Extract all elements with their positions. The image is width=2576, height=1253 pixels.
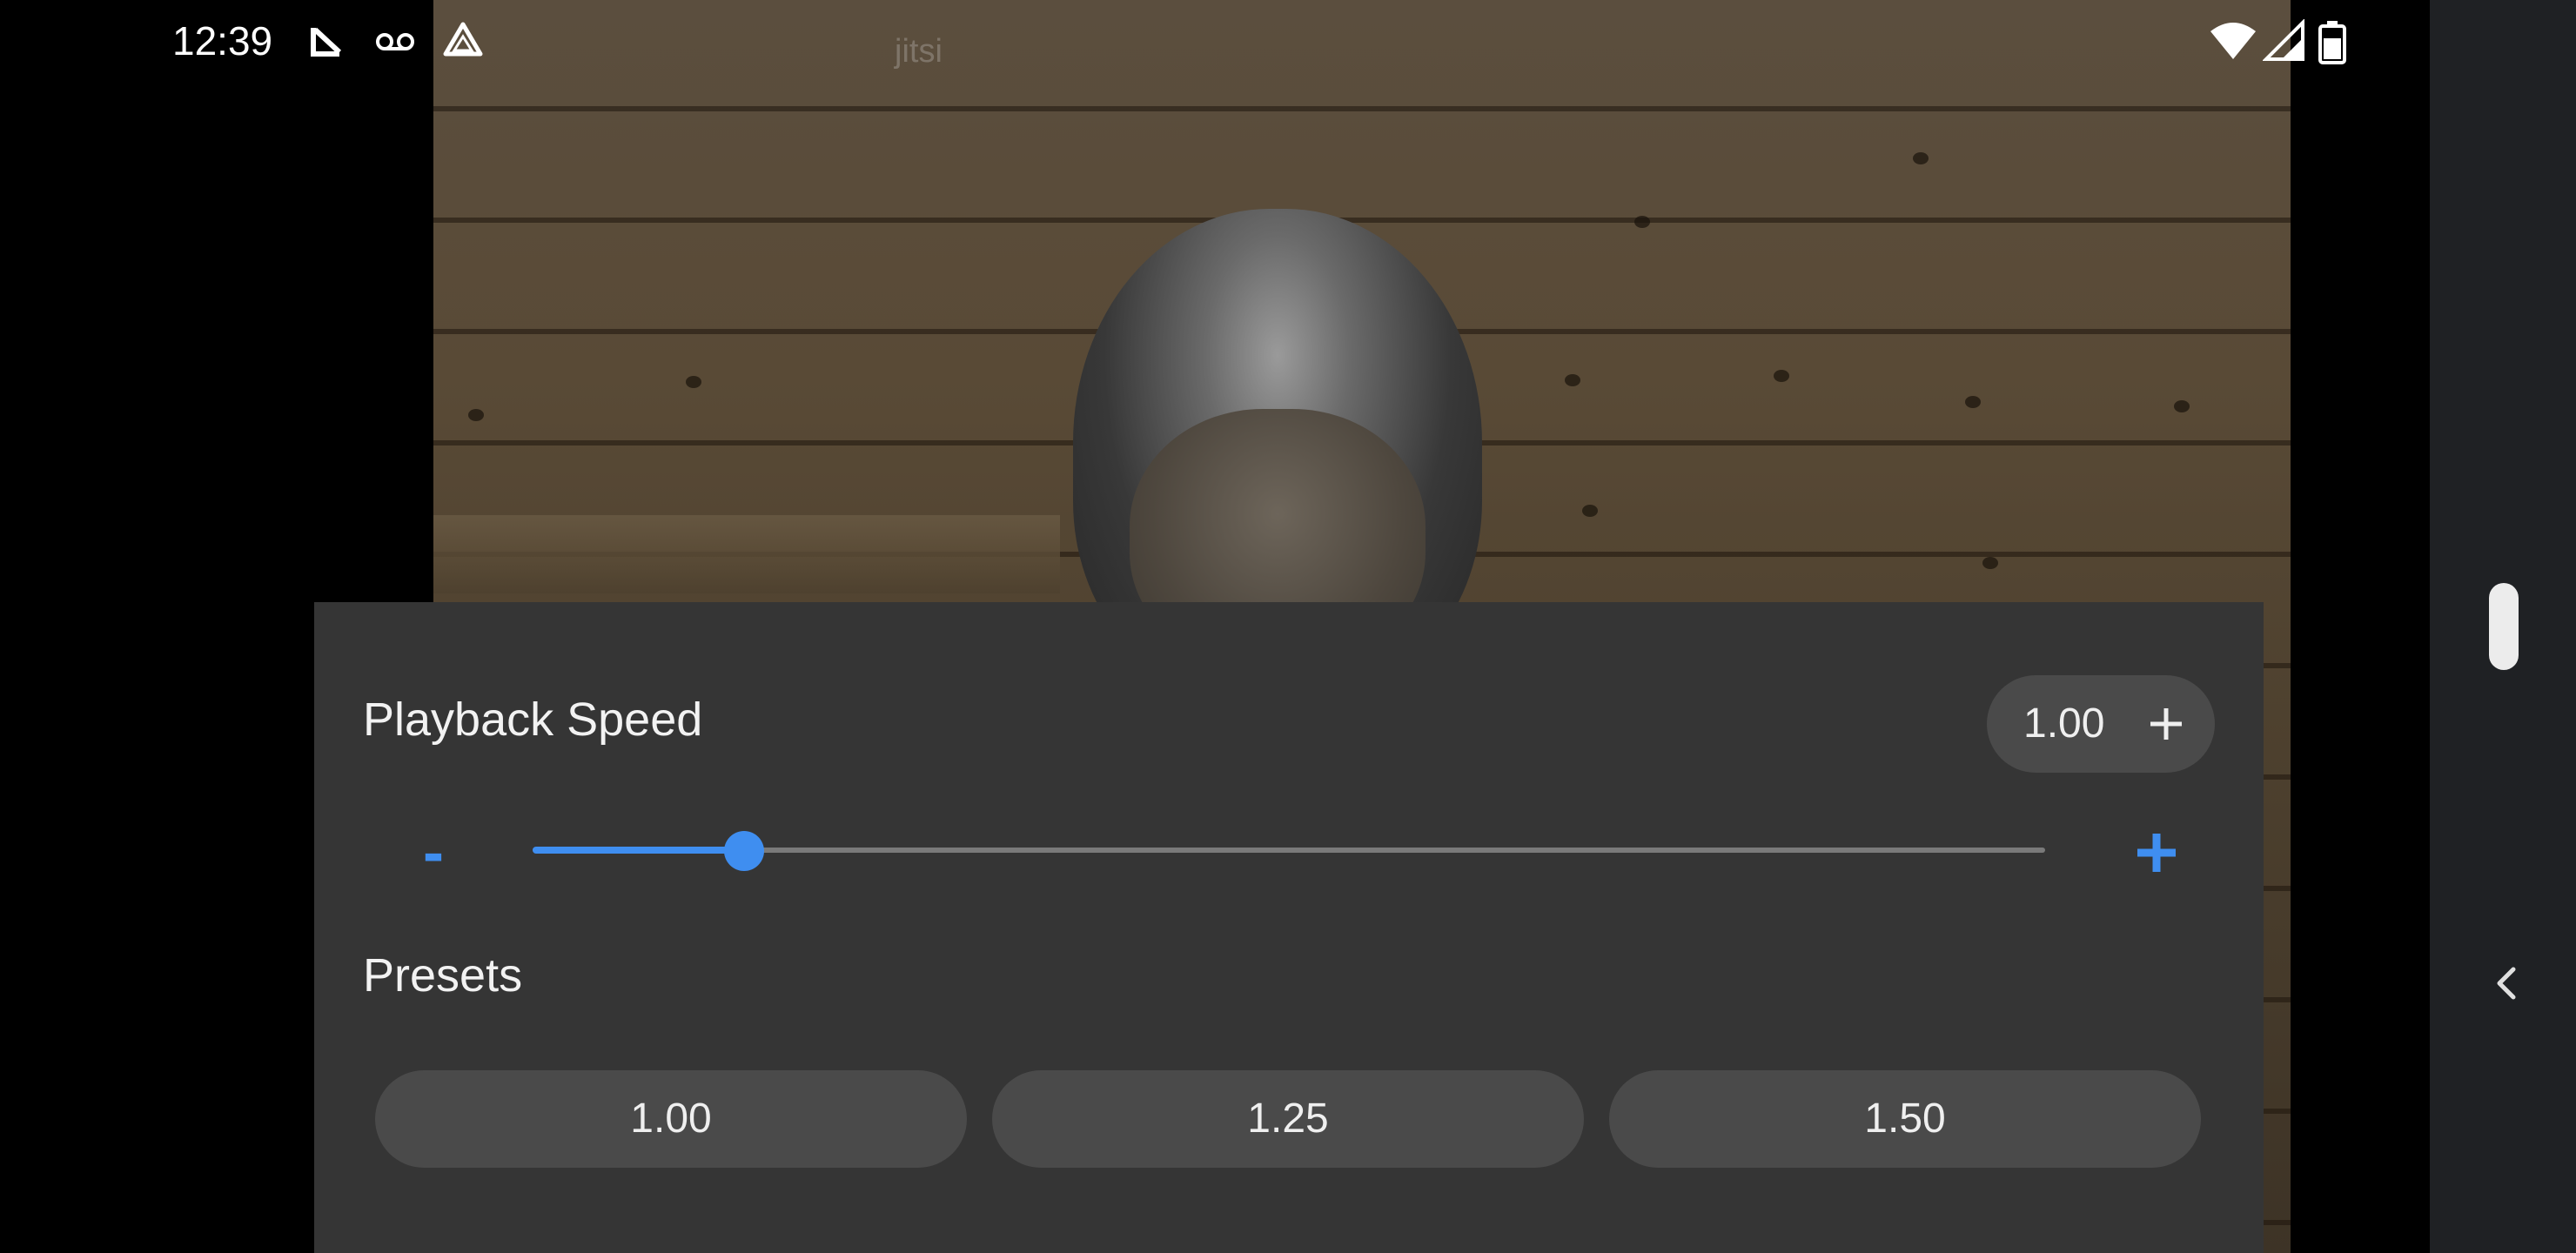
preset-button-2[interactable]: 1.25: [992, 1070, 1584, 1168]
wood-knot: [1965, 396, 1981, 408]
speed-value: 1.00: [2023, 700, 2105, 747]
status-bar: 12:39: [0, 0, 2430, 84]
wood-knot: [1634, 216, 1650, 228]
voicemail-icon: [372, 19, 418, 64]
wood-knot: [1582, 505, 1598, 517]
wood-knot: [686, 376, 701, 388]
decrease-speed-button[interactable]: -: [403, 818, 464, 888]
clock: 12:39: [172, 18, 273, 64]
slider-fill: [533, 847, 744, 854]
back-chevron-icon-glyph: [2497, 967, 2516, 1000]
preset-button-1[interactable]: 1.00: [375, 1070, 967, 1168]
plus-icon[interactable]: [2143, 701, 2189, 747]
wood-knot: [2174, 400, 2190, 412]
slider-thumb[interactable]: [724, 831, 764, 871]
wood-knot: [468, 409, 484, 421]
scroll-handle[interactable]: [2489, 583, 2519, 670]
wood-knot: [1913, 152, 1929, 164]
wood-knot: [1774, 370, 1789, 382]
presets-title: Presets: [363, 949, 523, 1002]
increase-speed-button[interactable]: [2126, 818, 2187, 888]
wifi-icon: [2209, 19, 2256, 64]
back-chevron-icon[interactable]: [2480, 957, 2532, 1009]
screen: jitsi 12:39 Playback Speed 1.00 - Preset…: [0, 0, 2576, 1253]
speed-slider[interactable]: [533, 827, 2045, 875]
playback-speed-title: Playback Speed: [363, 694, 703, 746]
wood-knot: [1565, 374, 1580, 386]
shelf: [433, 515, 1060, 593]
cell-signal-icon: [2262, 18, 2308, 64]
drive-icon: [440, 19, 486, 64]
wood-knot: [1982, 557, 1998, 569]
plus-icon: [2137, 834, 2176, 872]
speed-value-chip[interactable]: 1.00: [1987, 675, 2215, 773]
battery-icon: [2317, 19, 2362, 64]
playback-speed-sheet: Playback Speed 1.00 - Presets 1.00 1.25 …: [314, 602, 2264, 1253]
preset-button-3[interactable]: 1.50: [1609, 1070, 2201, 1168]
missed-call-icon: [305, 19, 350, 64]
